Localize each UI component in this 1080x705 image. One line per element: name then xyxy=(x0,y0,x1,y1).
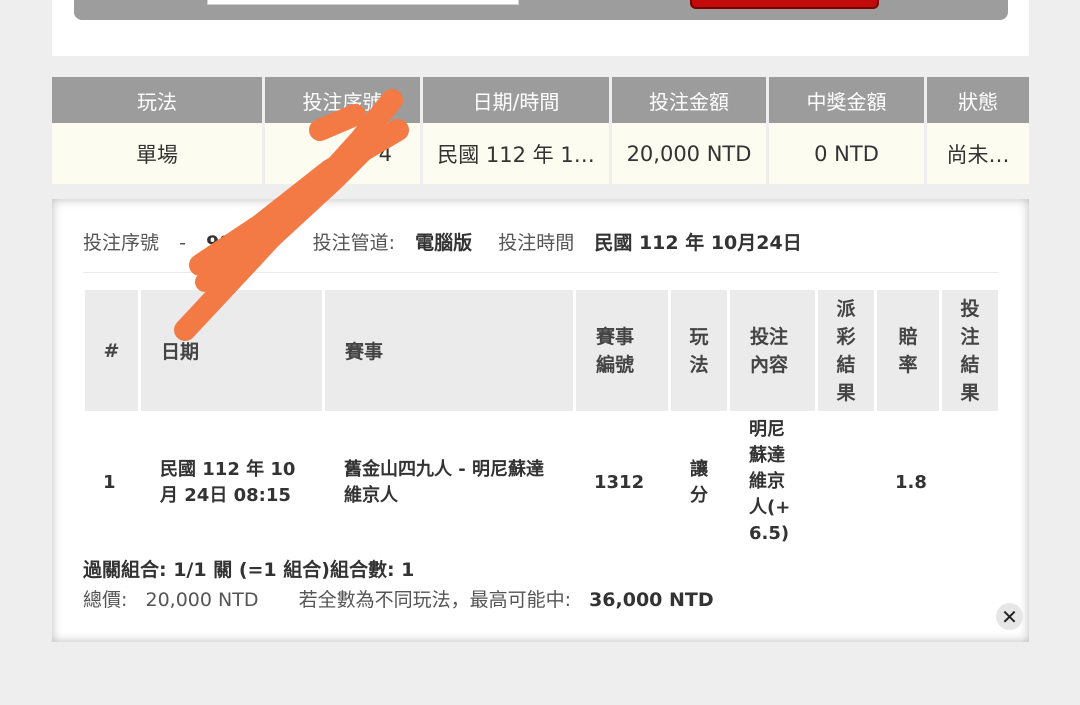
max-win-value: 36,000 NTD xyxy=(589,589,714,611)
header-bet-content: 投注內容 xyxy=(730,290,815,411)
bet-detail-panel: 投注序號 - 98 投注管道: 電腦版 投注時間 民國 112 年 10月24日… xyxy=(52,199,1029,642)
close-icon[interactable]: ✕ xyxy=(996,603,1023,630)
max-win-label: 若全數為不同玩法，最高可能中: xyxy=(298,589,571,611)
summary-cell-status: 尚未… xyxy=(927,123,1029,184)
summary-header-status: 狀態 xyxy=(927,77,1029,123)
bet-summary-table: 玩法 投注序號 日期/時間 投注金額 中獎金額 狀態 單場 4 民國 112 年… xyxy=(52,77,1029,184)
header-play: 玩法 xyxy=(671,290,727,411)
row-match: 舊金山四九人 - 明尼蘇達維京人 xyxy=(344,459,545,506)
top-input-field[interactable] xyxy=(207,0,519,5)
row-bet-content: 明尼蘇達維京人(+6.5) xyxy=(749,419,791,544)
meta-divider xyxy=(83,272,999,273)
time-value: 民國 112 年 10月24日 xyxy=(594,232,802,254)
summary-header-serial: 投注序號 xyxy=(265,77,420,123)
top-bar xyxy=(74,0,1008,20)
row-num: 1 xyxy=(103,472,116,493)
row-odds: 1.8 xyxy=(895,472,927,493)
time-label: 投注時間 xyxy=(498,232,575,254)
combo-summary: 過關組合: 1/1 關 (=1 組合)組合數: 1 xyxy=(83,559,415,581)
top-card xyxy=(52,0,1029,56)
summary-row[interactable]: 單場 4 民國 112 年 1… 20,000 NTD 0 NTD 尚未… xyxy=(52,123,1029,184)
header-payout: 派彩結果 xyxy=(818,290,874,411)
summary-cell-amount: 20,000 NTD xyxy=(612,123,766,184)
serial-separator: - xyxy=(179,232,186,254)
summary-header-amount: 投注金額 xyxy=(612,77,766,123)
summary-cell-serial: 4 xyxy=(265,123,420,184)
serial-value: 98 xyxy=(206,232,233,254)
total-label: 總價: xyxy=(83,589,128,611)
header-odds: 賠率 xyxy=(877,290,939,411)
top-red-button[interactable] xyxy=(690,0,879,9)
row-date: 民國 112 年 10月 24日 08:15 xyxy=(160,459,296,506)
summary-header-row: 玩法 投注序號 日期/時間 投注金額 中獎金額 狀態 xyxy=(52,77,1029,123)
header-num: # xyxy=(85,290,138,411)
total-value: 20,000 NTD xyxy=(145,589,259,611)
header-date: 日期 xyxy=(141,290,322,411)
header-match-no: 賽事編號 xyxy=(576,290,668,411)
summary-cell-prize: 0 NTD xyxy=(769,123,924,184)
serial-label: 投注序號 xyxy=(83,232,160,254)
header-result: 投注結果 xyxy=(942,290,998,411)
channel-value: 電腦版 xyxy=(415,232,473,254)
row-match-no: 1312 xyxy=(594,472,645,493)
summary-header-prize: 中獎金額 xyxy=(769,77,924,123)
summary-cell-play: 單場 xyxy=(52,123,262,184)
summary-header-play: 玩法 xyxy=(52,77,262,123)
header-match: 賽事 xyxy=(325,290,573,411)
summary-header-datetime: 日期/時間 xyxy=(423,77,609,123)
total-summary: 總價: 20,000 NTD 若全數為不同玩法，最高可能中: 36,000 NT… xyxy=(83,585,714,612)
channel-label: 投注管道: xyxy=(312,232,396,254)
bet-meta-line: 投注序號 - 98 投注管道: 電腦版 投注時間 民國 112 年 10月24日 xyxy=(83,228,802,255)
row-play: 讓分 xyxy=(690,459,708,506)
summary-cell-datetime: 民國 112 年 1… xyxy=(423,123,609,184)
